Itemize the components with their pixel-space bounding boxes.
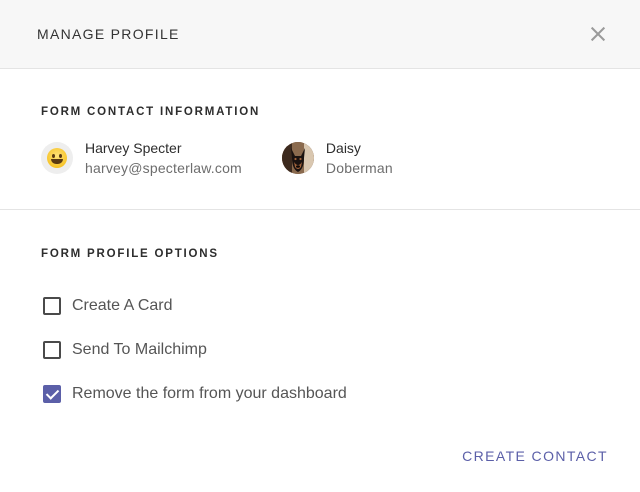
modal-header: MANAGE PROFILE <box>0 0 640 69</box>
dog-photo-avatar <box>281 142 314 174</box>
option-remove-from-dashboard[interactable]: Remove the form from your dashboard <box>41 372 599 416</box>
modal-footer: CREATE CONTACT <box>462 448 608 466</box>
grinning-emoji-avatar <box>41 142 73 174</box>
contact-name: Daisy <box>325 140 361 156</box>
option-label: Send To Mailchimp <box>72 341 207 358</box>
grinning-face-icon <box>47 148 67 168</box>
options-list: Create A Card Send To Mailchimp Remove t… <box>41 284 599 416</box>
contact-email: harvey@specterlaw.com <box>85 160 242 176</box>
option-label: Remove the form from your dashboard <box>72 385 347 402</box>
contact-breed: Doberman <box>325 160 393 176</box>
remove-from-dashboard-checkbox[interactable] <box>43 385 61 403</box>
options-section-title: FORM PROFILE OPTIONS <box>41 248 219 260</box>
contact-information-section: FORM CONTACT INFORMATION Harvey Specter … <box>0 69 640 210</box>
send-mailchimp-checkbox[interactable] <box>43 341 61 359</box>
contact-section-title: FORM CONTACT INFORMATION <box>41 106 261 118</box>
close-icon[interactable] <box>588 24 608 44</box>
contact-name: Harvey Specter <box>85 140 182 156</box>
profile-options-section: FORM PROFILE OPTIONS Create A Card Send … <box>0 210 640 416</box>
doberman-icon <box>281 142 314 174</box>
manage-profile-modal: MANAGE PROFILE FORM CONTACT INFORMATION … <box>0 0 640 492</box>
option-send-mailchimp[interactable]: Send To Mailchimp <box>41 328 599 372</box>
contact-card-daisy: Daisy Doberman <box>281 139 393 177</box>
option-create-card[interactable]: Create A Card <box>41 284 599 328</box>
contact-card-harvey: Harvey Specter harvey@specterlaw.com <box>41 139 242 177</box>
option-label: Create A Card <box>72 297 173 314</box>
create-contact-button[interactable]: CREATE CONTACT <box>462 448 608 464</box>
modal-title: MANAGE PROFILE <box>37 26 180 42</box>
create-card-checkbox[interactable] <box>43 297 61 315</box>
contact-list: Harvey Specter harvey@specterlaw.com Dai… <box>41 139 599 177</box>
